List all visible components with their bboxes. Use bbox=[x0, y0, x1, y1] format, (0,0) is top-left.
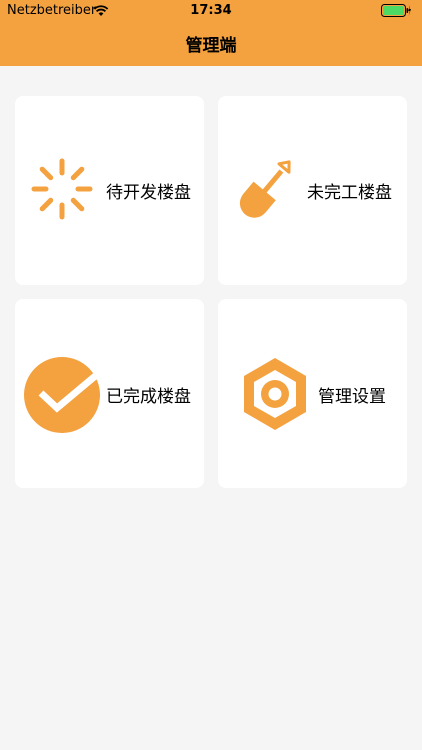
status-bar: Netzbetreiber 17:34 bbox=[0, 0, 422, 22]
shovel-icon bbox=[239, 160, 291, 218]
card-management-settings[interactable]: 管理设置 bbox=[218, 299, 407, 488]
checkmark-circle-icon bbox=[24, 357, 109, 433]
navigation-header: Netzbetreiber 17:34 管理端 bbox=[0, 0, 422, 66]
card-unfinished[interactable]: 未完工楼盘 bbox=[218, 96, 407, 285]
card-completed[interactable]: 已完成楼盘 bbox=[15, 299, 204, 488]
hex-nut-settings-icon bbox=[244, 358, 306, 430]
card-pending-development[interactable]: 待开发楼盘 bbox=[15, 96, 204, 285]
page-title: 管理端 bbox=[185, 36, 237, 56]
card-label: 已完成楼盘 bbox=[106, 387, 191, 407]
battery-icon bbox=[381, 4, 411, 17]
charging-bolt-icon bbox=[408, 5, 411, 16]
status-time: 17:34 bbox=[190, 3, 232, 18]
card-label: 待开发楼盘 bbox=[106, 183, 191, 203]
card-label: 未完工楼盘 bbox=[307, 183, 392, 203]
card-label: 管理设置 bbox=[318, 387, 386, 407]
loading-spinner-icon bbox=[31, 158, 93, 220]
